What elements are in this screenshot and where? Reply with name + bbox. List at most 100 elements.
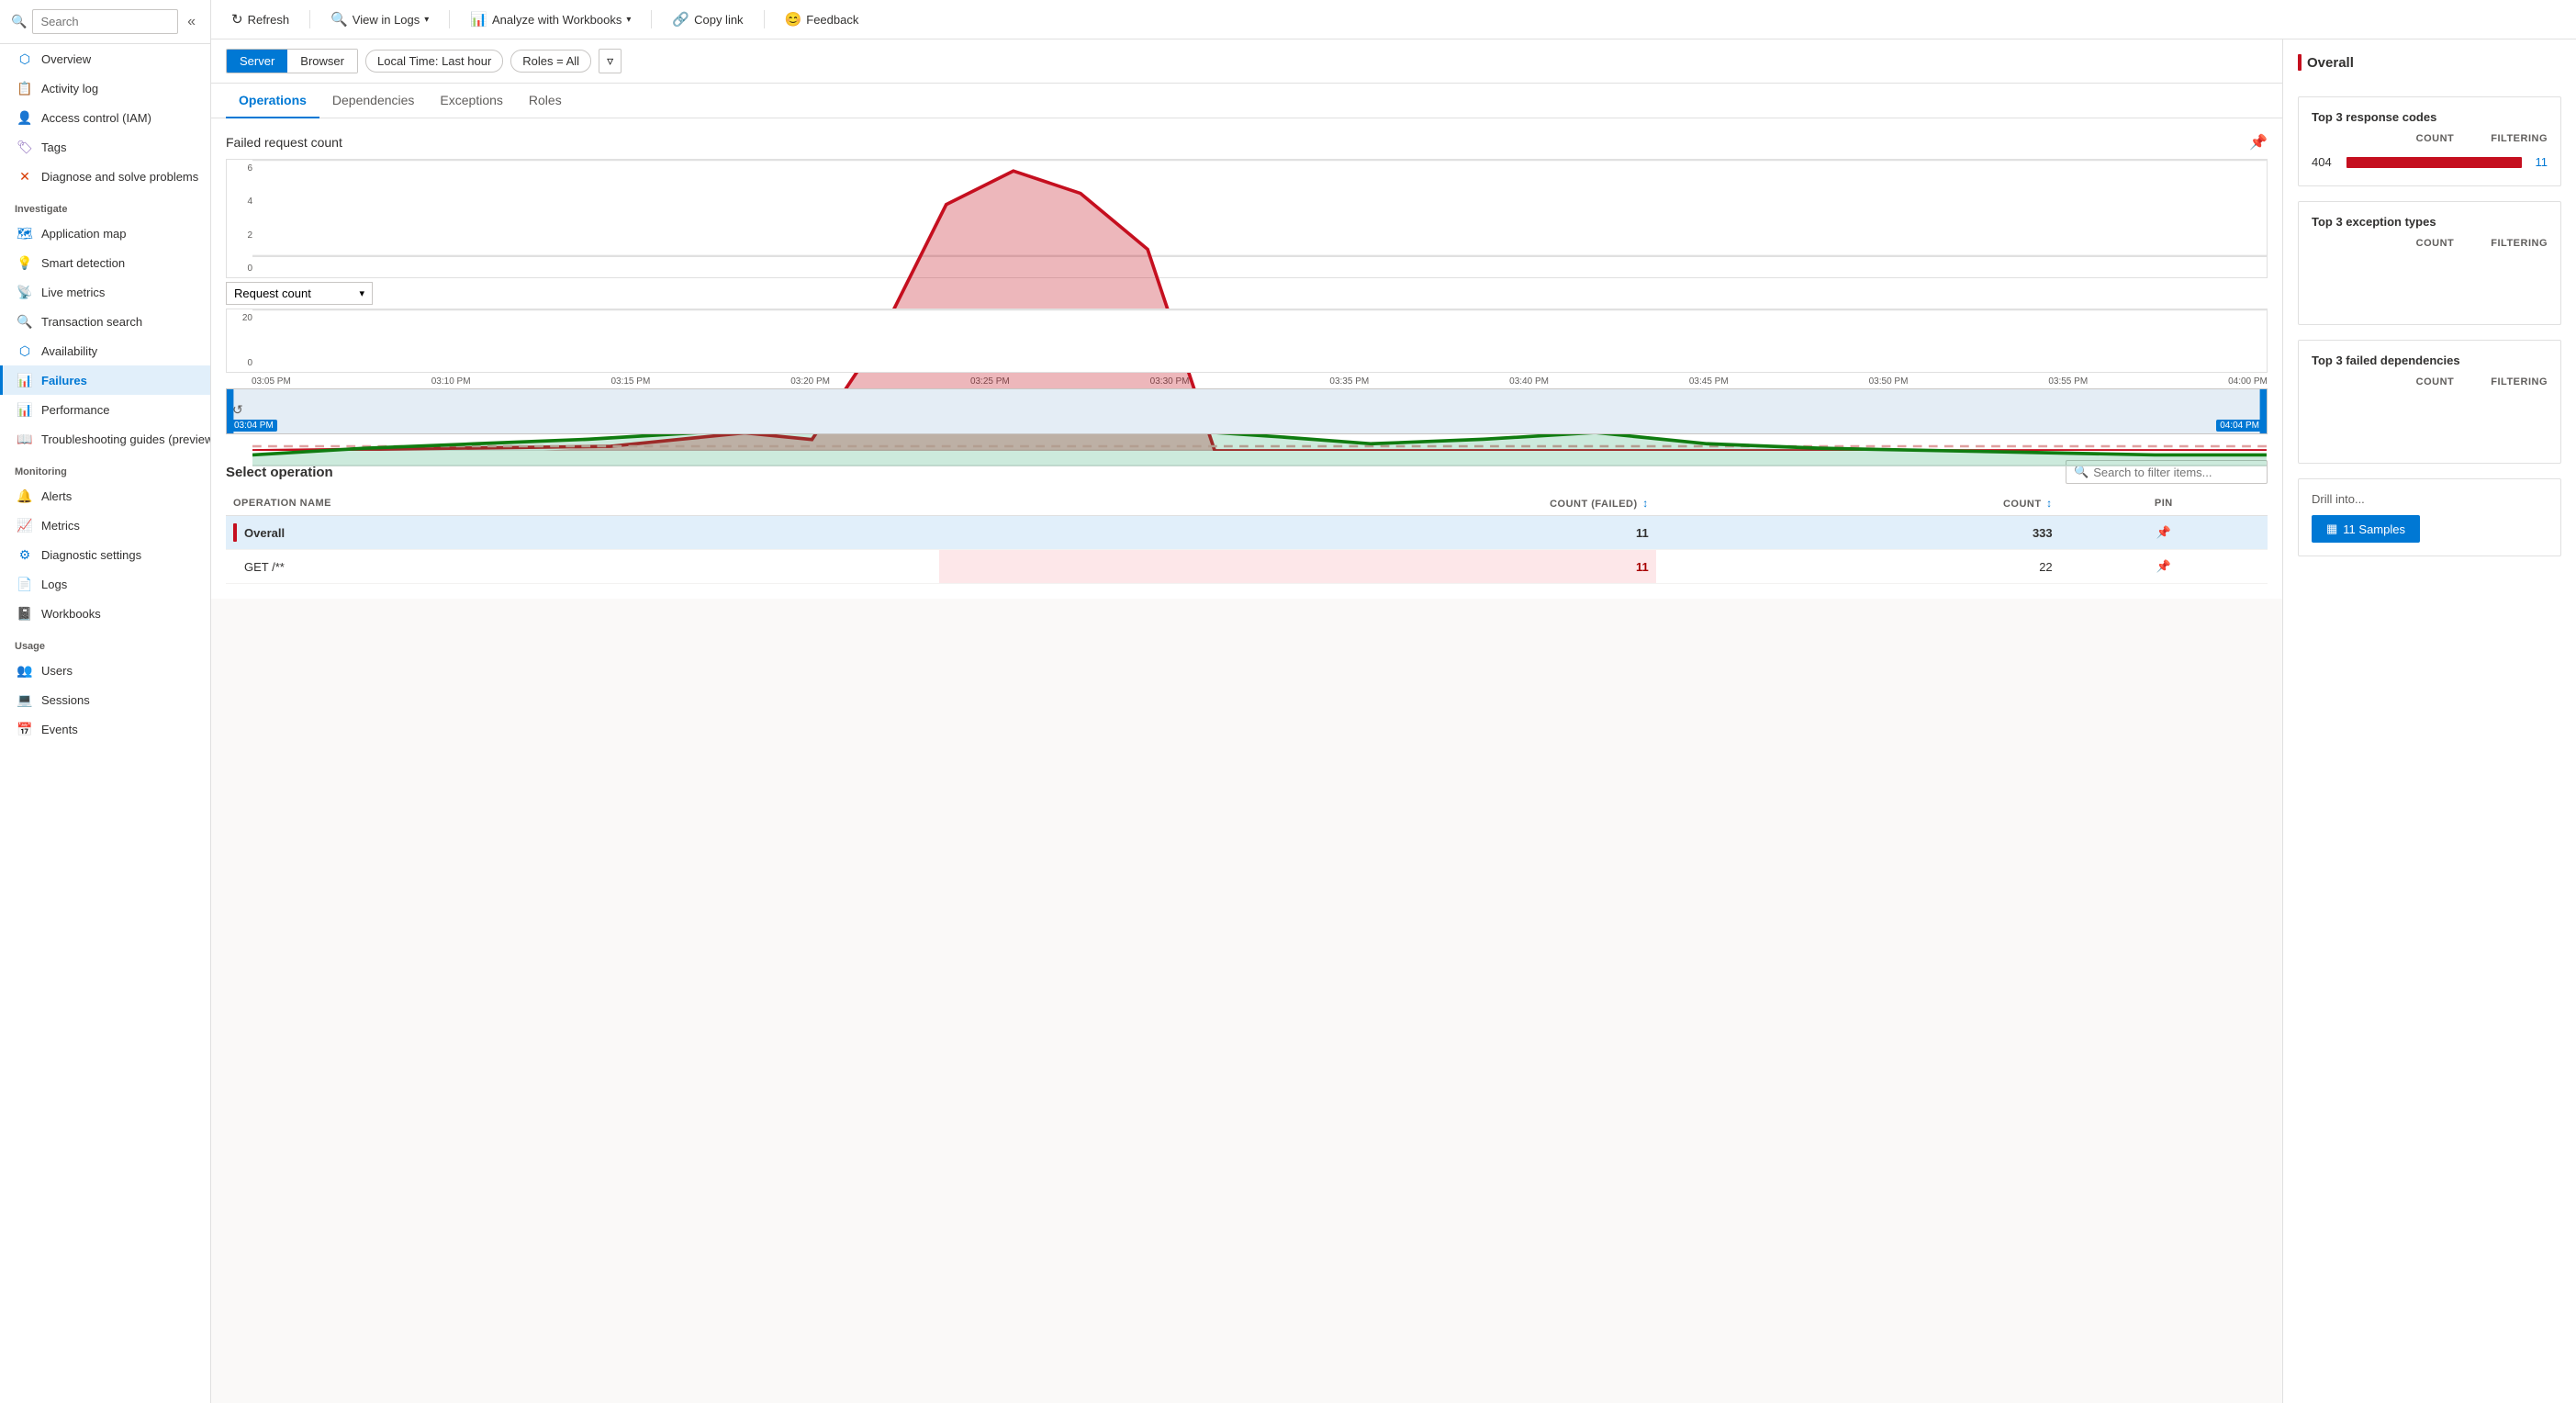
get-count-cell: 22 [1656, 550, 2060, 584]
app-map-icon: 🗺 [17, 226, 32, 241]
sidebar-item-label: Overview [41, 52, 91, 66]
overview-chart: 20 0 [226, 309, 2268, 373]
tab-roles[interactable]: Roles [516, 84, 575, 118]
view-logs-label: View in Logs [353, 13, 420, 27]
sidebar-item-label: Troubleshooting guides (preview) [41, 432, 210, 446]
sidebar-item-access-control[interactable]: 👤 Access control (IAM) [0, 103, 210, 132]
y-label-0: 0 [227, 264, 252, 274]
sidebar-item-transaction-search[interactable]: 🔍 Transaction search [0, 307, 210, 336]
sidebar-item-events[interactable]: 📅 Events [0, 714, 210, 744]
row-color-indicator [233, 557, 237, 576]
filtering-header: FILTERING [2491, 133, 2548, 144]
response-code-row: 404 11 [2312, 152, 2548, 173]
sidebar-item-failures[interactable]: 📊 Failures [0, 365, 210, 395]
collapse-sidebar-button[interactable]: « [184, 10, 199, 34]
drill-samples-label: 11 Samples [2343, 522, 2405, 536]
sidebar-item-tags[interactable]: 🏷 Tags [0, 132, 210, 162]
filter-icon-button[interactable]: ▿ [599, 49, 622, 73]
sidebar-item-workbooks[interactable]: 📓 Workbooks [0, 599, 210, 628]
center-panel: Server Browser Local Time: Last hour Rol… [211, 39, 2282, 1403]
search-input[interactable] [32, 9, 178, 34]
count-header: COUNT [2416, 133, 2455, 144]
monitoring-section-label: Monitoring [0, 454, 210, 481]
sidebar-item-troubleshoot[interactable]: 📖 Troubleshooting guides (preview) [0, 424, 210, 454]
browser-tab-button[interactable]: Browser [287, 50, 357, 73]
sidebar-item-metrics[interactable]: 📈 Metrics [0, 511, 210, 540]
sidebar-item-live-metrics[interactable]: 📡 Live metrics [0, 277, 210, 307]
drill-samples-button[interactable]: ▦ 11 Samples [2312, 515, 2420, 543]
failed-dep-col [2312, 376, 2416, 387]
server-tab-button[interactable]: Server [227, 50, 287, 73]
brush-start-label: 03:04 PM [230, 420, 277, 432]
tab-exceptions[interactable]: Exceptions [427, 84, 515, 118]
sidebar-item-logs[interactable]: 📄 Logs [0, 569, 210, 599]
sidebar-item-alerts[interactable]: 🔔 Alerts [0, 481, 210, 511]
view-logs-button[interactable]: 🔍 View in Logs ▾ [325, 7, 434, 31]
analyze-icon: 📊 [470, 11, 487, 28]
feedback-icon: 😊 [785, 11, 802, 28]
feedback-label: Feedback [806, 13, 858, 27]
select-operation-section: Select operation 🔍 OPERATION NAME COUNT … [211, 449, 2282, 599]
overview-icon: ⬡ [17, 51, 32, 66]
chart-title: Failed request count [226, 135, 342, 150]
table-header-row: OPERATION NAME COUNT (FAILED) ↕ COUNT ↕ … [226, 491, 2268, 516]
view-logs-icon: 🔍 [330, 11, 348, 28]
col-pin: PIN [2060, 491, 2268, 516]
count-sort-icon: ↕ [2046, 497, 2053, 510]
analyze-workbooks-button[interactable]: 📊 Analyze with Workbooks ▾ [465, 7, 636, 31]
sidebar-item-availability[interactable]: ⬡ Availability [0, 336, 210, 365]
sidebar-item-users[interactable]: 👥 Users [0, 656, 210, 685]
failed-request-chart: 6 4 2 0 [226, 159, 2268, 278]
chart-section: Failed request count 📌 6 4 2 0 [211, 118, 2282, 449]
sidebar-item-app-map[interactable]: 🗺 Application map [0, 219, 210, 248]
overall-pin-cell[interactable]: 📌 [2060, 516, 2268, 550]
server-browser-toggle: Server Browser [226, 49, 358, 73]
sidebar-item-label: Activity log [41, 82, 98, 95]
diagnostic-settings-icon: ⚙ [17, 547, 32, 562]
top-exception-types-card: Top 3 exception types COUNT FILTERING [2298, 201, 2561, 325]
time-filter-button[interactable]: Local Time: Last hour [365, 50, 503, 73]
overall-section-title: Overall [2298, 54, 2561, 71]
pin-chart-button[interactable]: 📌 [2249, 133, 2268, 152]
get-pin-cell[interactable]: 📌 [2060, 550, 2268, 584]
tab-dependencies[interactable]: Dependencies [319, 84, 428, 118]
sidebar-item-label: Availability [41, 344, 97, 358]
get-count-failed-cell: 11 [939, 550, 1656, 584]
sidebar-item-performance[interactable]: 📊 Performance [0, 395, 210, 424]
sidebar-item-label: Metrics [41, 519, 80, 533]
sidebar-item-overview[interactable]: ⬡ Overview [0, 44, 210, 73]
col-count[interactable]: COUNT ↕ [1656, 491, 2060, 516]
exception-filtering-header: FILTERING [2491, 238, 2548, 249]
toolbar-sep-4 [764, 10, 765, 28]
table-row[interactable]: GET /** 11 22 📌 [226, 550, 2268, 584]
tx-search-icon: 🔍 [17, 314, 32, 329]
sidebar-item-diagnose[interactable]: ✕ Diagnose and solve problems [0, 162, 210, 191]
response-code-col [2312, 133, 2416, 144]
search-filter-input[interactable] [2093, 466, 2259, 479]
tab-operations[interactable]: Operations [226, 84, 319, 118]
table-row[interactable]: Overall 11 333 📌 [226, 516, 2268, 550]
performance-icon: 📊 [17, 402, 32, 417]
brush-selector[interactable]: 03:04 PM 04:04 PM ↺ [226, 388, 2268, 434]
copy-link-button[interactable]: 🔗 Copy link [666, 7, 748, 31]
toolbar: ↻ Refresh 🔍 View in Logs ▾ 📊 Analyze wit… [211, 0, 2576, 39]
failed-deps-title: Top 3 failed dependencies [2312, 354, 2548, 367]
exception-count-header: COUNT [2416, 238, 2455, 249]
refresh-button[interactable]: ↻ Refresh [226, 7, 295, 31]
brush-reload-icon[interactable]: ↺ [232, 402, 243, 418]
feedback-button[interactable]: 😊 Feedback [779, 7, 865, 31]
overall-title: Overall [2307, 55, 2354, 71]
operations-table-wrap: OPERATION NAME COUNT (FAILED) ↕ COUNT ↕ … [226, 491, 2268, 584]
col-count-failed[interactable]: COUNT (FAILED) ↕ [939, 491, 1656, 516]
events-icon: 📅 [17, 722, 32, 736]
sidebar-item-smart-detection[interactable]: 💡 Smart detection [0, 248, 210, 277]
sidebar-item-sessions[interactable]: 💻 Sessions [0, 685, 210, 714]
funnel-icon: ▿ [607, 53, 613, 68]
brush-svg [227, 389, 2267, 433]
copy-link-label: Copy link [694, 13, 743, 27]
brush-end-label: 04:04 PM [2216, 420, 2263, 432]
col-operation-name: OPERATION NAME [226, 491, 939, 516]
sidebar-item-activity-log[interactable]: 📋 Activity log [0, 73, 210, 103]
roles-filter-button[interactable]: Roles = All [510, 50, 591, 73]
sidebar-item-diagnostic-settings[interactable]: ⚙ Diagnostic settings [0, 540, 210, 569]
